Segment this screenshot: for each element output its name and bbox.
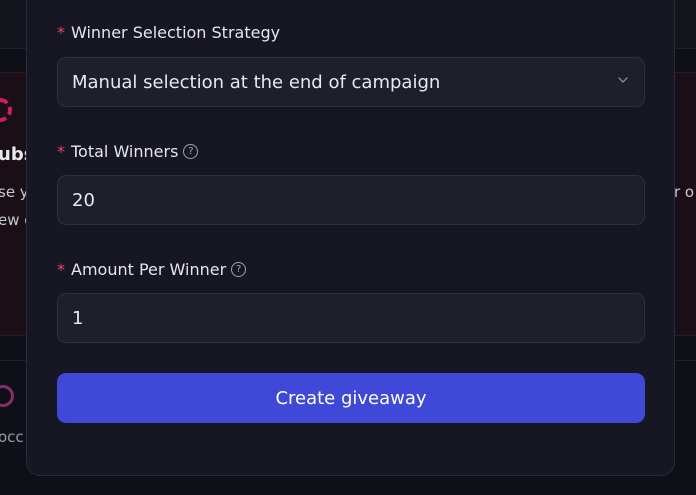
create-giveaway-label: Create giveaway <box>275 387 427 409</box>
total-winners-label: * Total Winners ? <box>57 142 199 161</box>
create-giveaway-button[interactable]: Create giveaway <box>57 373 645 423</box>
amount-per-winner-value: 1 <box>72 307 84 329</box>
required-mark: * <box>57 260 65 279</box>
strategy-value: Manual selection at the end of campaign <box>72 71 441 93</box>
background-text: occ <box>0 428 24 446</box>
winner-selection-strategy-select[interactable]: Manual selection at the end of campaign <box>57 57 645 107</box>
chevron-down-icon <box>618 77 628 83</box>
question-circle-icon[interactable]: ? <box>231 262 247 277</box>
background-text: se y <box>0 183 29 201</box>
amount-per-winner-label-text: Amount Per Winner <box>71 260 227 279</box>
total-winners-value: 20 <box>72 189 95 211</box>
background-text: r o <box>674 183 695 201</box>
background-circle-icon <box>0 385 14 407</box>
create-giveaway-modal: * Winner Selection Strategy Manual selec… <box>26 0 675 476</box>
amount-per-winner-input[interactable]: 1 <box>57 293 645 343</box>
question-circle-icon[interactable]: ? <box>183 144 199 159</box>
required-mark: * <box>57 23 65 42</box>
amount-per-winner-label: * Amount Per Winner ? <box>57 260 247 279</box>
required-mark: * <box>57 142 65 161</box>
strategy-label: * Winner Selection Strategy <box>57 23 280 42</box>
total-winners-label-text: Total Winners <box>71 142 179 161</box>
strategy-label-text: Winner Selection Strategy <box>71 23 281 42</box>
total-winners-input[interactable]: 20 <box>57 175 645 225</box>
